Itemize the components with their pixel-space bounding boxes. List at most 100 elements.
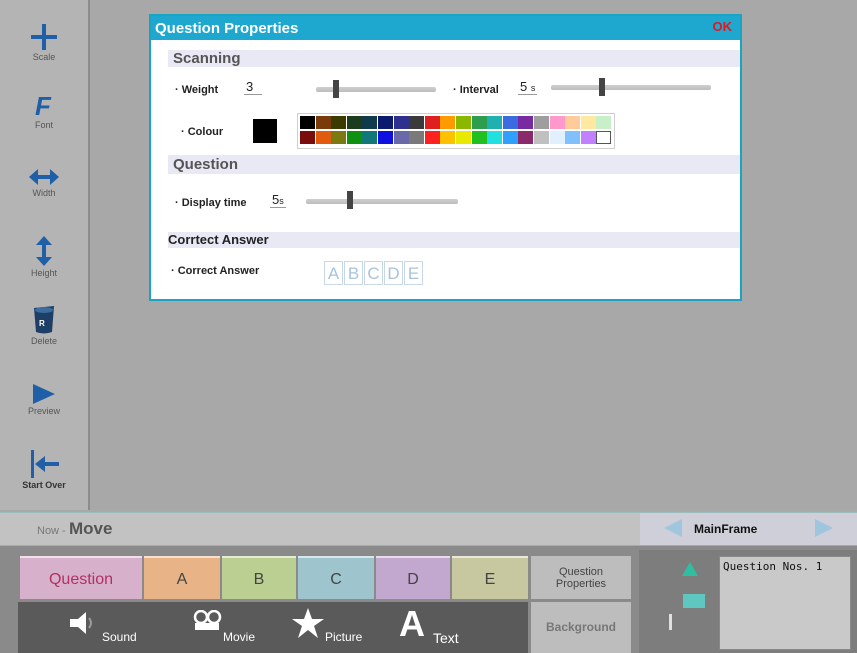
sound-label: Sound bbox=[102, 630, 137, 644]
colour-swatch[interactable] bbox=[346, 131, 362, 144]
tab-b[interactable]: B bbox=[222, 556, 296, 599]
preview-tool[interactable]: Preview bbox=[0, 384, 88, 416]
colour-swatch[interactable] bbox=[565, 131, 581, 144]
width-tool[interactable]: Width bbox=[0, 168, 88, 198]
colour-swatch[interactable] bbox=[518, 131, 534, 144]
plus-icon bbox=[31, 24, 57, 50]
colour-palette[interactable] bbox=[297, 113, 615, 149]
colour-swatch[interactable] bbox=[534, 116, 549, 129]
colour-swatch[interactable] bbox=[315, 116, 331, 129]
question-properties-button[interactable]: Question Properties bbox=[531, 556, 631, 599]
height-tool[interactable]: Height bbox=[0, 236, 88, 278]
colour-swatch[interactable] bbox=[596, 131, 612, 144]
colour-swatch[interactable] bbox=[424, 116, 440, 129]
colour-swatch[interactable] bbox=[393, 116, 409, 129]
interval-slider-track[interactable] bbox=[551, 85, 711, 90]
current-mode: Move bbox=[69, 519, 113, 538]
answer-option-a[interactable]: A bbox=[324, 261, 343, 285]
colour-swatch[interactable] bbox=[471, 116, 487, 129]
colour-swatch[interactable] bbox=[549, 131, 565, 144]
tab-a[interactable]: A bbox=[144, 556, 220, 599]
colour-swatch[interactable] bbox=[596, 116, 612, 129]
scale-tool[interactable]: Scale bbox=[0, 24, 88, 62]
display-time-slider-thumb[interactable] bbox=[347, 191, 353, 209]
colour-swatch[interactable] bbox=[565, 116, 581, 129]
movie-button[interactable]: Movie bbox=[193, 609, 255, 644]
selected-colour-swatch[interactable] bbox=[253, 119, 277, 143]
move-up-icon[interactable] bbox=[682, 562, 698, 576]
colour-swatch[interactable] bbox=[502, 116, 518, 129]
colour-swatch[interactable] bbox=[487, 116, 503, 129]
frame-block-icon[interactable] bbox=[683, 594, 705, 608]
svg-text:F: F bbox=[35, 92, 52, 118]
text-button[interactable]: A Text bbox=[399, 603, 459, 646]
tab-question[interactable]: Question bbox=[20, 556, 142, 599]
background-button[interactable]: Background bbox=[531, 602, 631, 653]
tab-a-label: A bbox=[176, 571, 188, 588]
colour-swatch[interactable] bbox=[487, 131, 503, 144]
colour-swatch[interactable] bbox=[409, 131, 425, 144]
colour-swatch[interactable] bbox=[331, 116, 347, 129]
previous-frame-icon[interactable] bbox=[664, 519, 682, 537]
next-frame-icon[interactable] bbox=[815, 519, 833, 537]
colour-swatch[interactable] bbox=[518, 116, 534, 129]
colour-swatch[interactable] bbox=[393, 131, 409, 144]
answer-option-e[interactable]: E bbox=[404, 261, 423, 285]
weight-slider-thumb[interactable] bbox=[333, 80, 339, 98]
vertical-arrows-icon bbox=[36, 236, 52, 266]
colour-swatch[interactable] bbox=[346, 116, 362, 129]
dialog-title: Question Properties bbox=[155, 20, 299, 37]
colour-label: · Colour bbox=[181, 126, 224, 138]
answer-option-d[interactable]: D bbox=[384, 261, 403, 285]
colour-swatch[interactable] bbox=[456, 116, 471, 129]
colour-swatch[interactable] bbox=[331, 131, 347, 144]
picture-button[interactable]: Picture bbox=[291, 608, 362, 644]
colour-swatch[interactable] bbox=[549, 116, 565, 129]
font-tool[interactable]: F Font bbox=[0, 92, 88, 130]
colour-swatch[interactable] bbox=[424, 131, 440, 144]
tab-c[interactable]: C bbox=[298, 556, 374, 599]
sound-button[interactable]: Sound bbox=[70, 612, 137, 644]
colour-swatch[interactable] bbox=[534, 131, 549, 144]
colour-swatch[interactable] bbox=[362, 116, 378, 129]
answer-option-b[interactable]: B bbox=[344, 261, 363, 285]
interval-slider-thumb[interactable] bbox=[599, 78, 605, 96]
weight-label: · Weight bbox=[175, 84, 219, 96]
correct-answer-label: · Correct Answer bbox=[171, 265, 260, 277]
display-time-slider-track[interactable] bbox=[306, 199, 458, 204]
frame-divider bbox=[669, 614, 672, 630]
media-toolbar: Sound Movie Picture A Text bbox=[18, 602, 528, 653]
tab-question-label: Question bbox=[48, 571, 114, 588]
tab-d-label: D bbox=[407, 571, 419, 588]
svg-text:R: R bbox=[39, 319, 45, 328]
question-heading: Question bbox=[173, 156, 239, 173]
colour-swatch[interactable] bbox=[300, 131, 315, 144]
colour-swatch[interactable] bbox=[409, 116, 425, 129]
colour-swatch[interactable] bbox=[378, 131, 393, 144]
colour-swatch[interactable] bbox=[502, 131, 518, 144]
preview-label: Preview bbox=[27, 406, 60, 416]
colour-swatch[interactable] bbox=[471, 131, 487, 144]
colour-swatch[interactable] bbox=[440, 116, 456, 129]
tab-d[interactable]: D bbox=[376, 556, 450, 599]
colour-swatch[interactable] bbox=[315, 131, 331, 144]
colour-swatch[interactable] bbox=[300, 116, 315, 129]
colour-swatch[interactable] bbox=[456, 131, 471, 144]
delete-tool[interactable]: R Delete bbox=[0, 306, 88, 346]
svg-text:A: A bbox=[399, 606, 425, 638]
play-icon bbox=[33, 384, 55, 404]
colour-swatch[interactable] bbox=[440, 131, 456, 144]
tab-e[interactable]: E bbox=[452, 556, 528, 599]
colour-swatch[interactable] bbox=[362, 131, 378, 144]
tab-c-label: C bbox=[330, 571, 342, 588]
colour-swatch[interactable] bbox=[580, 131, 596, 144]
answer-option-c[interactable]: C bbox=[364, 261, 383, 285]
colour-swatch[interactable] bbox=[378, 116, 393, 129]
left-toolbar: Scale F Font Width Height R Delete Previ… bbox=[0, 0, 90, 510]
ok-button[interactable]: OK bbox=[713, 19, 733, 34]
delete-label: Delete bbox=[30, 336, 57, 346]
question-properties-label: Question Properties bbox=[555, 565, 607, 590]
colour-swatch[interactable] bbox=[580, 116, 596, 129]
start-over-tool[interactable]: Start Over bbox=[0, 450, 88, 490]
text-label: Text bbox=[433, 630, 459, 646]
